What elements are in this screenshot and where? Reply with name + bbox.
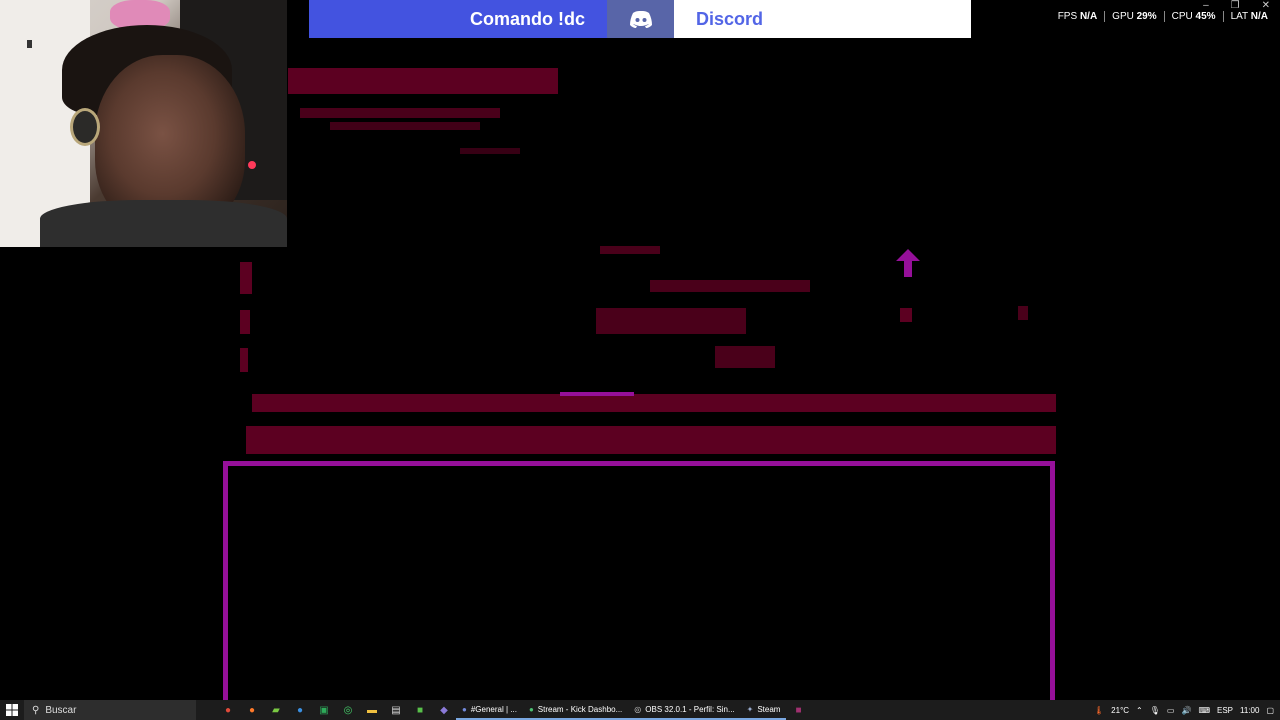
webcam-feed	[0, 0, 287, 247]
chrome-icon: ●	[528, 704, 534, 714]
glitch-block	[240, 262, 252, 294]
restore-icon[interactable]: ❐	[1231, 0, 1240, 11]
glitch-block	[288, 68, 558, 94]
weather-icon: 🌡	[1094, 705, 1105, 715]
discord-icon	[607, 0, 674, 38]
glitch-highlight	[560, 392, 634, 396]
up-arrow-icon	[896, 249, 920, 277]
weather-temp[interactable]: 21°C	[1111, 706, 1129, 715]
visual-studio-pinned-icon[interactable]: ◆	[432, 700, 456, 720]
glitch-block	[240, 348, 248, 372]
clock[interactable]: 11:00	[1240, 706, 1259, 715]
banner-name: Discord	[674, 0, 971, 38]
store-pinned-icon[interactable]: ▤	[384, 700, 408, 720]
game-frame	[223, 461, 1055, 706]
search-label: Buscar	[45, 704, 77, 716]
obs-icon: ◎	[634, 704, 642, 714]
notification-icon[interactable]: ▢	[1266, 706, 1274, 715]
keyboard-icon[interactable]: ⌨	[1198, 706, 1210, 715]
glitch-block	[240, 310, 250, 334]
glitch-block	[650, 280, 810, 292]
taskbar-search[interactable]: ⚲ Buscar	[24, 700, 196, 720]
edge-pinned-icon[interactable]: ●	[288, 700, 312, 720]
headphone	[70, 108, 100, 146]
discord-banner: Comando !dc Discord	[309, 0, 971, 38]
firefox-pinned-icon[interactable]: ●	[240, 700, 264, 720]
banner-command: Comando !dc	[309, 0, 607, 38]
close-icon[interactable]: ✕	[1262, 0, 1270, 11]
glitch-block	[596, 308, 746, 334]
window-controls[interactable]: – ❐ ✕	[1203, 0, 1270, 11]
system-tray: 🌡 21°C ⌃ 🎙 ▭ 🔊 ⌨ ESP 11:00 ▢	[1094, 700, 1280, 720]
ground-line	[252, 394, 1056, 412]
windows-icon	[6, 704, 18, 716]
network-icon[interactable]: ▭	[1167, 706, 1175, 715]
task-obs[interactable]: ◎ OBS 32.0.1 - Perfil: Sin...	[628, 700, 741, 720]
stat-fps: FPS N/A	[1051, 11, 1106, 22]
whatsapp-pinned-icon[interactable]: ◎	[336, 700, 360, 720]
glitch-block	[300, 108, 500, 118]
glitch-block	[1018, 306, 1028, 320]
stat-cpu: CPU 45%	[1165, 11, 1224, 22]
recording-light	[248, 161, 256, 169]
stat-gpu: GPU 29%	[1105, 11, 1165, 22]
xbox-pinned-icon[interactable]: ■	[408, 700, 432, 720]
steam-icon: ✦	[746, 704, 754, 714]
language-indicator[interactable]: ESP	[1217, 706, 1233, 715]
discord-icon: ●	[462, 704, 467, 714]
task-chrome[interactable]: ● Stream - Kick Dashbo...	[522, 700, 629, 720]
chrome-pinned-icon[interactable]: ●	[216, 700, 240, 720]
glitch-block	[460, 148, 520, 154]
app-pinned-icon[interactable]: ■	[786, 700, 810, 720]
stat-lat: LAT N/A	[1230, 11, 1268, 22]
volume-icon[interactable]: 🔊	[1181, 706, 1191, 715]
search-icon: ⚲	[32, 704, 40, 716]
glitch-block	[900, 308, 912, 322]
platform-bar	[246, 426, 1056, 454]
task-discord[interactable]: ● #General | ...	[456, 700, 523, 720]
glitch-block	[715, 346, 775, 368]
start-button[interactable]	[0, 700, 24, 720]
minimize-icon[interactable]: –	[1203, 0, 1209, 11]
game-pinned-icon[interactable]: ▰	[264, 700, 288, 720]
performance-overlay: FPS N/A GPU 29% CPU 45% LAT N/A	[1051, 11, 1268, 22]
chevron-up-icon[interactable]: ⌃	[1136, 706, 1143, 715]
glitch-block	[330, 122, 480, 130]
excel-pinned-icon[interactable]: ▣	[312, 700, 336, 720]
taskbar: ⚲ Buscar ● ● ▰ ● ▣ ◎ ▬ ▤ ■ ◆ ● #General |…	[0, 700, 1280, 720]
microphone-icon[interactable]: 🎙	[1150, 706, 1160, 715]
glitch-block	[600, 246, 660, 254]
task-steam[interactable]: ✦ Steam	[740, 700, 787, 720]
folder-pinned-icon[interactable]: ▬	[360, 700, 384, 720]
